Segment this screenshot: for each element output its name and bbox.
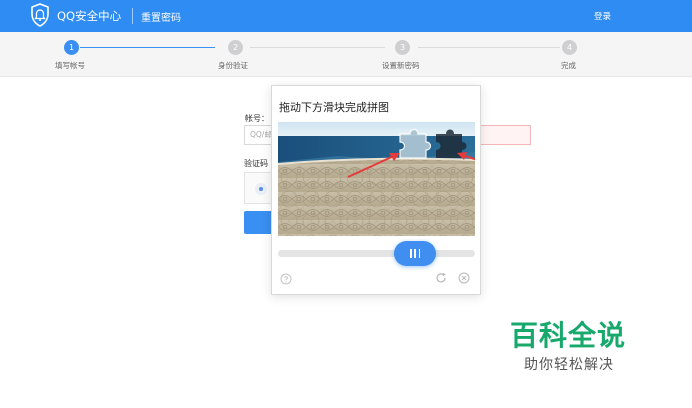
watermark: 百科全说 助你轻松解决: [490, 310, 690, 400]
puzzle-image: [278, 122, 475, 236]
slider-handle[interactable]: [394, 241, 436, 266]
header-divider: [132, 8, 133, 24]
close-circle-icon[interactable]: [458, 272, 470, 284]
page-title: 重置密码: [141, 13, 181, 24]
step-3-dot: 3: [395, 40, 410, 55]
question-circle-icon[interactable]: [280, 273, 292, 285]
step-progress-bar: 1 2 3 4 填写帐号 身份验证 设置新密码 完成: [0, 32, 692, 77]
slider-captcha-dialog: 拖动下方滑块完成拼图: [271, 85, 481, 295]
refresh-icon[interactable]: [435, 272, 447, 284]
step-connector: [250, 47, 385, 48]
step-connector: [418, 47, 560, 48]
watermark-subtitle: 助你轻松解决: [524, 357, 614, 373]
brand-name: QQ安全中心: [57, 9, 122, 23]
step-2-dot: 2: [228, 40, 243, 55]
grip-icon: [410, 249, 420, 258]
step-4-label: 完成: [561, 61, 576, 70]
captcha-label: 验证码: [244, 159, 268, 168]
slider-track[interactable]: [278, 250, 475, 257]
watermark-title: 百科全说: [510, 319, 627, 352]
puzzle-scene: [278, 122, 475, 236]
captcha-title: 拖动下方滑块完成拼图: [279, 101, 389, 114]
step-1-label: 填写帐号: [55, 61, 85, 70]
step-3-label: 设置新密码: [382, 61, 420, 70]
step-connector: [80, 47, 215, 48]
next-button[interactable]: [244, 211, 274, 234]
account-label: 帐号：: [245, 114, 269, 123]
captcha-trigger[interactable]: [244, 172, 274, 204]
captcha-dot-icon: [255, 183, 267, 195]
shield-bell-icon: [31, 3, 49, 27]
account-input-error-state: [478, 125, 531, 145]
step-2-label: 身份验证: [218, 61, 248, 70]
step-1-dot: 1: [64, 40, 79, 55]
puzzle-piece-icon: [399, 128, 432, 159]
top-header: QQ安全中心 重置密码 登录: [0, 0, 692, 32]
step-4-dot: 4: [562, 40, 577, 55]
login-link[interactable]: 登录: [594, 10, 611, 22]
